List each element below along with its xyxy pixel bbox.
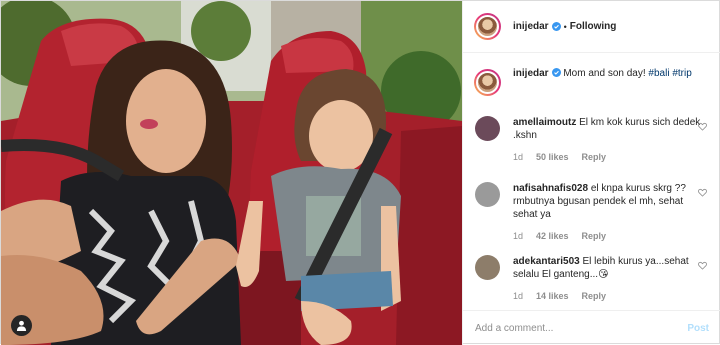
post-header: inijedar • Following (463, 1, 720, 53)
author-avatar[interactable] (474, 13, 501, 40)
comment-time[interactable]: 1d (513, 231, 523, 241)
commenter-username[interactable]: adekantari503 (513, 256, 580, 267)
comment-input[interactable] (475, 322, 688, 334)
caption: inijedar Mom and son day! #bali #trip (474, 67, 710, 96)
heart-icon[interactable] (698, 188, 707, 197)
caption-text: Mom and son day! (560, 68, 649, 79)
heart-icon[interactable] (698, 261, 707, 270)
reply-button[interactable]: Reply (582, 291, 607, 301)
comment-time[interactable]: 1d (513, 152, 523, 162)
separator-dot: • (563, 21, 567, 32)
caption-username[interactable]: inijedar (513, 68, 549, 79)
comment-item: amellaimoutz El km kok kurus sich dedek … (474, 116, 710, 162)
comment-time[interactable]: 1d (513, 291, 523, 301)
comment-emoji: 😘 (598, 269, 609, 280)
comment-likes[interactable]: 14 likes (536, 291, 569, 301)
heart-icon[interactable] (698, 122, 707, 131)
post-comment-button[interactable]: Post (687, 323, 709, 334)
reply-button[interactable]: Reply (582, 231, 607, 241)
author-username[interactable]: inijedar (513, 21, 549, 32)
commenter-avatar[interactable] (475, 182, 500, 207)
hashtag-trip[interactable]: #trip (672, 68, 691, 79)
post-image (1, 1, 462, 345)
instagram-post: inijedar • Following inijedar Mom and so… (0, 0, 720, 345)
caption-avatar[interactable] (474, 69, 501, 96)
user-tag-icon (16, 320, 27, 331)
comment-likes[interactable]: 50 likes (536, 152, 569, 162)
reply-button[interactable]: Reply (582, 152, 607, 162)
commenter-username[interactable]: amellaimoutz (513, 117, 576, 128)
commenter-username[interactable]: nafisahnafis028 (513, 183, 588, 194)
following-button[interactable]: Following (570, 21, 617, 32)
comment-likes[interactable]: 42 likes (536, 231, 569, 241)
commenter-avatar[interactable] (475, 255, 500, 280)
user-tag-button[interactable] (11, 315, 32, 336)
verified-badge-icon (551, 22, 561, 31)
comment-item: nafisahnafis028 el knpa kurus skrg ?? rm… (474, 182, 710, 241)
hashtag-bali[interactable]: #bali (648, 68, 669, 79)
comment-item: adekantari503 El lebih kurus ya...sehat … (474, 255, 710, 301)
commenter-avatar[interactable] (475, 116, 500, 141)
comments-list[interactable]: inijedar Mom and son day! #bali #trip am… (463, 53, 720, 310)
add-comment-bar: Post (463, 310, 720, 345)
caption-text-block: inijedar Mom and son day! #bali #trip (513, 67, 693, 80)
post-photo[interactable] (1, 1, 462, 345)
verified-badge-icon (551, 68, 561, 77)
post-sidebar: inijedar • Following inijedar Mom and so… (462, 1, 720, 345)
